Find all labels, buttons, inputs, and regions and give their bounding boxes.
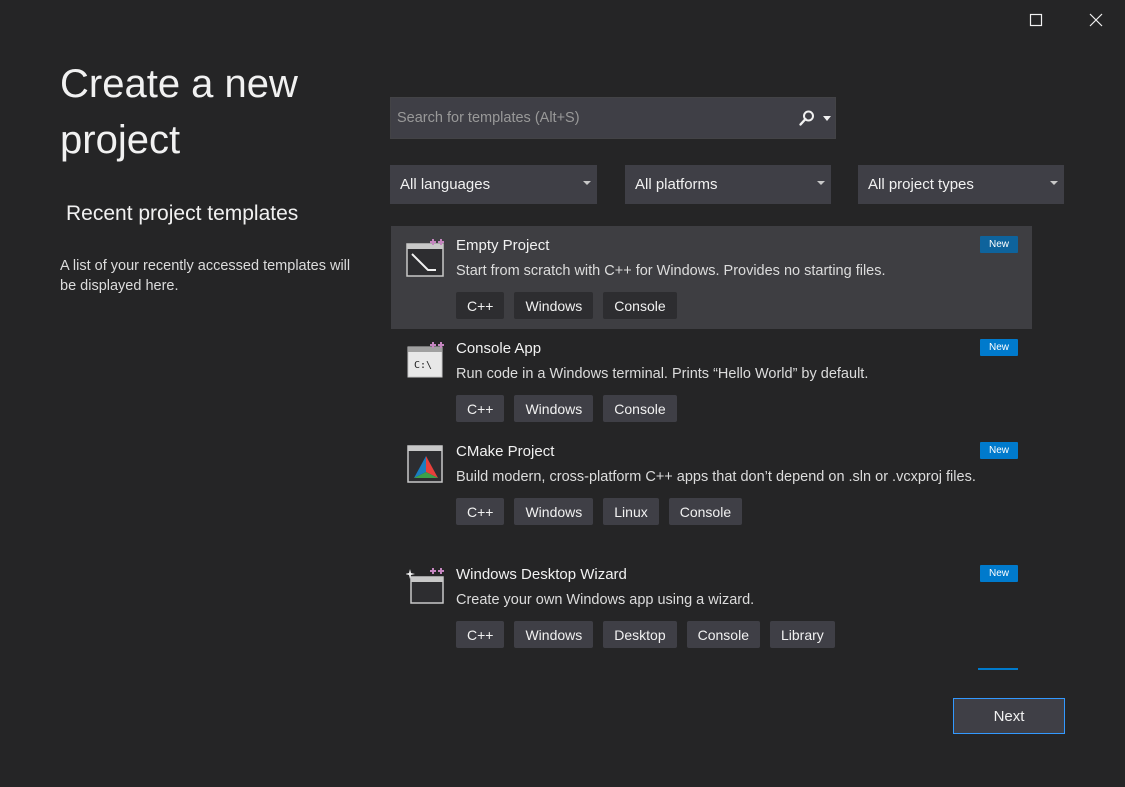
next-button[interactable]: Next [953,698,1065,734]
platform-filter-value: All platforms [635,176,718,193]
search-icon [799,110,814,126]
template-name: Console App [456,340,542,357]
page-title: Create a new project [60,62,298,162]
template-item-cmake-project[interactable]: CMake Project Build modern, cross-platfo… [391,432,1032,555]
maximize-button[interactable] [1013,4,1059,36]
tag: Linux [603,498,659,525]
chevron-down-icon [1050,181,1058,185]
template-search-box [390,97,836,139]
tag: C++ [456,395,505,422]
chevron-down-icon [583,181,591,185]
template-search-input[interactable] [391,98,795,138]
recent-templates-heading: Recent project templates [66,202,299,225]
search-button[interactable] [795,98,819,138]
maximize-icon [1029,13,1043,27]
template-tags: C++ Windows Console [456,292,1032,329]
tag: Windows [514,395,594,422]
template-item-console-app[interactable]: C:\ Console App Run code in a Windows te… [391,329,1032,432]
template-list[interactable]: Empty Project Start from scratch with C+… [391,226,1032,668]
template-item-windows-desktop-wizard[interactable]: Windows Desktop Wizard Create your own W… [391,555,1032,658]
tag: C++ [456,292,505,319]
new-badge: New [979,339,1018,356]
chevron-down-icon [823,115,831,121]
windows-desktop-wizard-icon [406,568,444,604]
template-name: Empty Project [456,237,550,254]
tag: Console [603,292,677,319]
chevron-down-icon [817,181,825,185]
recent-templates-description: A list of your recently accessed templat… [60,258,351,294]
platform-filter[interactable]: All platforms [625,165,831,204]
template-tags: C++ Windows Linux Console [456,498,1032,535]
close-button[interactable] [1073,4,1119,36]
tag: Desktop [603,621,677,648]
tag: C++ [456,621,505,648]
next-item-badge-edge [978,668,1018,670]
template-tags: C++ Windows Console [456,395,1032,432]
tag: Console [686,621,760,648]
tag: Windows [514,292,594,319]
template-name: Windows Desktop Wizard [456,566,627,583]
cmake-project-icon [407,445,443,483]
tag: C++ [456,498,505,525]
search-options-dropdown[interactable] [819,98,835,138]
template-description: Run code in a Windows terminal. Prints “… [456,366,869,382]
close-icon [1089,13,1103,27]
language-filter-value: All languages [400,176,491,193]
tag: Console [603,395,677,422]
project-type-filter-value: All project types [868,176,974,193]
create-project-dialog: Create a new project Recent project temp… [0,0,1125,787]
tag: Library [770,621,835,648]
new-badge: New [979,236,1018,253]
svg-text:C:\: C:\ [414,360,432,371]
template-tags: C++ Windows Desktop Console Library [456,621,1032,658]
template-description: Start from scratch with C++ for Windows.… [456,263,886,279]
language-filter[interactable]: All languages [390,165,597,204]
template-description: Create your own Windows app using a wiza… [456,592,755,608]
project-type-filter[interactable]: All project types [858,165,1064,204]
new-badge: New [979,565,1018,582]
tag: Windows [514,498,594,525]
tag: Console [668,498,743,525]
console-app-icon: C:\ [407,342,444,378]
template-name: CMake Project [456,443,555,460]
empty-project-icon [406,239,444,277]
tag: Windows [514,621,594,648]
new-badge: New [979,442,1018,459]
template-description: Build modern, cross-platform C++ apps th… [456,469,976,485]
template-item-empty-project[interactable]: Empty Project Start from scratch with C+… [391,226,1032,329]
